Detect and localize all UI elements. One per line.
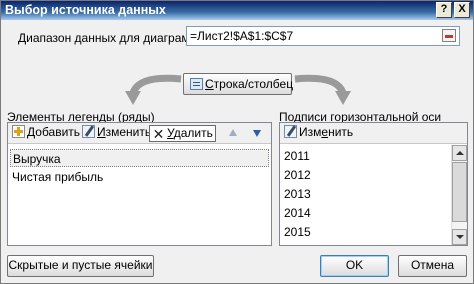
delete-series-button[interactable]: ✕ Удалить xyxy=(149,125,216,142)
axis-edit-prefix: Изм xyxy=(299,125,322,139)
switch-button-hotkey: С xyxy=(205,77,214,91)
list-item[interactable]: Чистая прибыль xyxy=(10,168,269,186)
dialog-title: Выбор источника данных xyxy=(5,3,166,17)
switch-row-column-button[interactable]: Строка/столбец xyxy=(183,73,294,95)
axis-toolbar: Изменить xyxy=(280,123,467,144)
select-data-source-dialog: Выбор источника данных ? X Диапазон данн… xyxy=(0,0,474,284)
delete-hotkey: У xyxy=(167,126,174,140)
edit-hotkey: И xyxy=(97,125,106,139)
left-curved-arrow-icon xyxy=(125,74,182,105)
delete-icon: ✕ xyxy=(152,126,165,142)
edit-series-button[interactable]: Изменить xyxy=(80,125,153,142)
legend-toolbar: Добавить Изменить ✕ Удалить xyxy=(8,123,271,144)
data-range-value: =Лист2!$A$1:$C$7 xyxy=(190,29,294,43)
switch-row-column-icon xyxy=(190,78,203,90)
title-bar[interactable]: Выбор источника данных ? X xyxy=(1,1,473,20)
move-up-button[interactable] xyxy=(226,125,242,142)
range-picker-icon[interactable] xyxy=(442,29,456,42)
list-item[interactable]: 2015 xyxy=(282,223,311,241)
edit-axis-labels-button[interactable]: Изменить xyxy=(282,125,355,142)
list-item[interactable]: 2014 xyxy=(282,204,311,222)
move-down-button[interactable] xyxy=(250,125,266,142)
axis-edit-label: нить xyxy=(328,125,354,139)
arrow-down-icon xyxy=(252,128,262,138)
edit-icon xyxy=(284,125,297,138)
scroll-up-button[interactable] xyxy=(452,145,467,161)
axis-list-scrollbar[interactable] xyxy=(451,145,467,245)
add-icon xyxy=(12,125,25,138)
list-item[interactable]: Выручка xyxy=(10,149,269,167)
help-button[interactable]: ? xyxy=(436,2,452,18)
cancel-button[interactable]: Отмена xyxy=(398,255,467,277)
list-item[interactable]: 2013 xyxy=(282,185,311,203)
edit-label: зменить xyxy=(105,125,152,139)
hidden-empty-cells-button[interactable]: Скрытые и пустые ячейки xyxy=(7,255,154,277)
delete-label: далить xyxy=(173,126,213,140)
axis-labels-panel: Изменить 2011 2012 2013 2014 2015 xyxy=(279,122,468,246)
data-range-input[interactable]: =Лист2!$A$1:$C$7 xyxy=(186,26,460,46)
switch-button-label: трока/столбец xyxy=(213,77,294,91)
right-curved-arrow-icon xyxy=(294,74,351,105)
legend-entries-panel: Добавить Изменить ✕ Удалить Выручка Чиста… xyxy=(7,122,272,246)
edit-icon xyxy=(82,125,95,138)
list-item[interactable]: 2011 xyxy=(282,147,310,165)
ok-button[interactable]: OK xyxy=(320,255,389,277)
close-button[interactable]: X xyxy=(454,2,470,18)
add-label: обавить xyxy=(35,125,81,139)
add-series-button[interactable]: Добавить xyxy=(10,125,82,142)
arrow-up-icon xyxy=(228,128,238,138)
scroll-thumb[interactable] xyxy=(452,162,467,222)
list-item[interactable]: 2012 xyxy=(282,166,311,184)
scroll-down-button[interactable] xyxy=(452,229,467,245)
data-range-label: Диапазон данных для диаграммы: xyxy=(18,31,210,45)
